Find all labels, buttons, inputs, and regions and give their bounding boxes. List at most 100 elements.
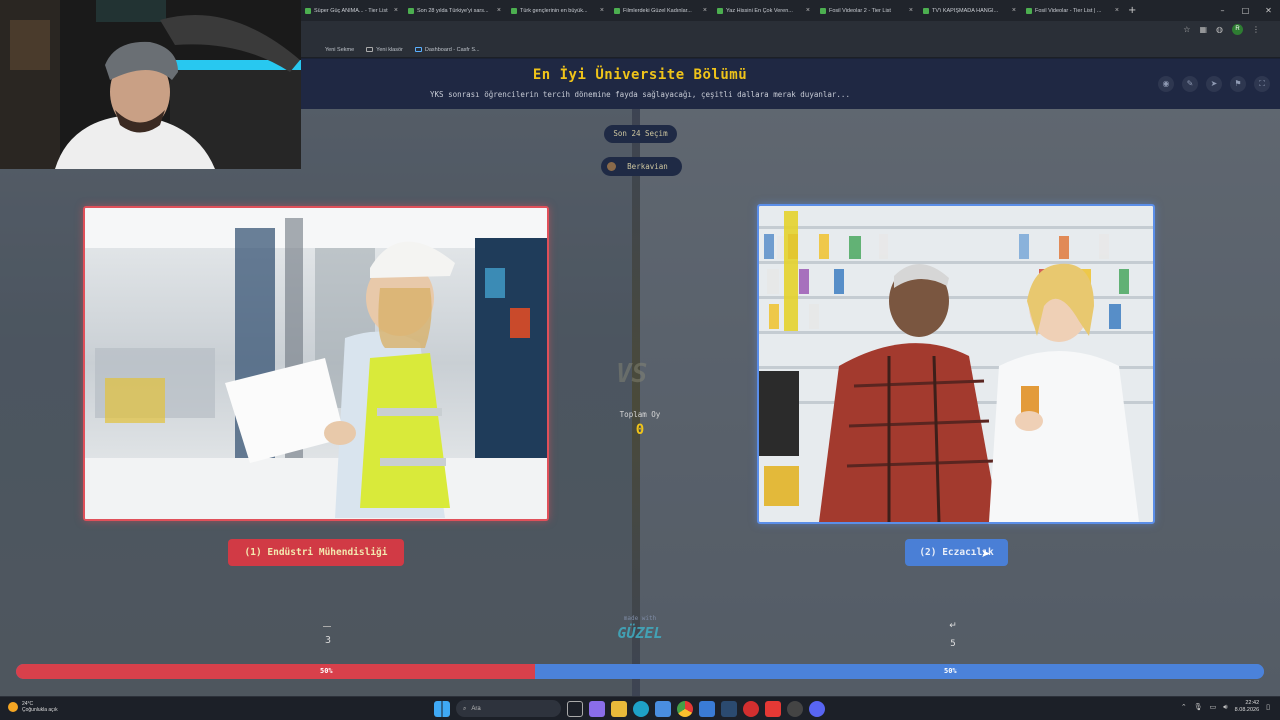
brand-logo: GÜZEL [617, 624, 663, 642]
progress-fill-right [535, 664, 1264, 679]
close-tab-icon[interactable]: × [600, 7, 604, 14]
taskbar-apps: ⌕ Ara [434, 700, 825, 717]
menu-icon[interactable]: ⋮ [1252, 25, 1260, 34]
browser-tab[interactable]: Filmlerdeki Güzel Kadınlar... × [609, 0, 712, 21]
flag-icon[interactable]: ⚑ [1230, 76, 1246, 92]
bookmark-icon [414, 47, 422, 52]
total-votes-label: Toplam Oy [619, 410, 661, 419]
browser-tab[interactable]: Yaz Hissini En Çok Veren... × [712, 0, 815, 21]
percent-right: 50% [944, 667, 957, 675]
star-icon[interactable]: ☆ [1183, 25, 1190, 34]
pharmacy-image [759, 206, 1153, 522]
search-icon: ⌕ [463, 704, 467, 712]
chrome-icon[interactable] [677, 700, 693, 717]
option-right-button[interactable]: (2) Eczacılık [905, 539, 1008, 566]
send-icon[interactable]: ➤ [1206, 76, 1222, 92]
widgets-icon[interactable] [589, 700, 605, 717]
windows-start-icon[interactable] [434, 700, 450, 717]
weather-widget[interactable]: 24°C Çoğunlukla açık [8, 701, 58, 713]
volume-icon[interactable]: 🔊︎ [1223, 703, 1227, 712]
header-actions: ◉ ✎ ➤ ⚑ ⛶ [1158, 76, 1270, 92]
favicon-icon [305, 7, 311, 14]
option-left-card[interactable] [83, 206, 549, 521]
webcam-overlay [0, 0, 301, 169]
progress-fill-left [16, 664, 535, 679]
close-window-icon[interactable]: ✕ [1257, 0, 1280, 21]
new-tab-button[interactable]: + [1128, 5, 1136, 16]
task-view-icon[interactable] [567, 700, 583, 717]
weather-desc: Çoğunlukla açık [22, 707, 58, 713]
browser-tab[interactable]: Fosil Videolar 2 - Tier List × [815, 0, 918, 21]
favicon-icon [820, 7, 826, 14]
notification-icon[interactable]: ▯ [1266, 703, 1270, 711]
app-icon[interactable] [787, 700, 803, 717]
app-icon[interactable] [743, 700, 759, 717]
discord-icon[interactable] [809, 700, 825, 717]
extensions-icon[interactable]: ▦ [1199, 25, 1207, 34]
close-tab-icon[interactable]: × [497, 7, 501, 14]
edit-icon[interactable]: ✎ [1182, 76, 1198, 92]
enter-key-icon: ↵ [949, 621, 957, 631]
brand-caption: made with [623, 615, 657, 622]
microphone-icon[interactable]: 🎙︎ [1194, 703, 1203, 711]
minimize-icon[interactable]: – [1211, 0, 1234, 21]
chevron-up-icon[interactable]: ⌃ [1181, 703, 1187, 711]
close-tab-icon[interactable]: × [703, 7, 707, 14]
file-explorer-icon[interactable] [611, 700, 627, 717]
webcam-feed-image [0, 0, 301, 169]
sun-icon [8, 702, 18, 712]
user-badge: Berkavian [601, 157, 682, 176]
total-votes-value: 0 [635, 422, 645, 438]
extension-icon[interactable]: ◍ [1216, 25, 1223, 34]
vote-progress-bar: 50% 50% [16, 664, 1264, 679]
mouse-cursor-icon: ➤ [981, 547, 991, 560]
close-tab-icon[interactable]: × [1012, 7, 1016, 14]
close-tab-icon[interactable]: × [806, 7, 810, 14]
network-icon[interactable]: ▭ [1210, 703, 1217, 711]
browser-tab[interactable]: Süper Güç ANİMA... - Tier List × [300, 0, 403, 21]
fullscreen-icon[interactable]: ⛶ [1254, 76, 1270, 92]
vote-left-dash [323, 626, 331, 627]
vs-label: VS [616, 359, 648, 389]
engineer-image [85, 208, 547, 519]
center-divider [632, 108, 640, 696]
close-tab-icon[interactable]: × [394, 7, 398, 14]
os-taskbar: 24°C Çoğunlukla açık ⌕ Ara ⌃ 🎙︎ ▭ 🔊︎ 22:… [0, 696, 1280, 720]
option-right-card[interactable] [757, 204, 1155, 524]
vote-left-value: 3 [324, 635, 332, 646]
browser-tab[interactable]: Türk gençlerinin en büyük... × [506, 0, 609, 21]
eye-icon[interactable]: ◉ [1158, 76, 1174, 92]
favicon-icon [614, 7, 620, 14]
avatar [607, 162, 616, 171]
folder-icon [366, 47, 374, 52]
bookmark-item[interactable]: Yeni Sekme [325, 47, 354, 53]
maximize-icon[interactable]: □ [1234, 0, 1257, 21]
steam-icon[interactable] [721, 700, 737, 717]
username: Berkavian [627, 162, 668, 171]
system-clock[interactable]: 22:42 8.08.2026 [1235, 700, 1259, 714]
system-tray: ⌃ 🎙︎ ▭ 🔊︎ 22:42 8.08.2026 ▯ [1181, 700, 1270, 714]
browser-tab[interactable]: Son 28 yılda Türkiye'yi sars... × [403, 0, 506, 21]
option-left-button[interactable]: (1) Endüstri Mühendisliği [228, 539, 404, 566]
favicon-icon [923, 7, 929, 14]
favicon-icon [511, 7, 517, 14]
favicon-icon [1026, 7, 1032, 14]
close-tab-icon[interactable]: × [909, 7, 913, 14]
close-tab-icon[interactable]: × [1115, 7, 1119, 14]
favicon-icon [717, 7, 723, 14]
app-icon[interactable] [765, 700, 781, 717]
round-badge: Son 24 Seçim [604, 125, 677, 143]
percent-left: 50% [320, 667, 333, 675]
taskbar-search[interactable]: ⌕ Ara [456, 700, 561, 717]
edge-icon[interactable] [633, 700, 649, 717]
bookmark-folder[interactable]: Yeni klasör [366, 47, 403, 53]
store-icon[interactable] [655, 700, 671, 717]
vote-right-key-hint: 5 [950, 639, 956, 649]
favicon-icon [408, 7, 414, 14]
browser-tab[interactable]: Fosil Videolar - Tier List | ... × [1021, 0, 1124, 21]
app-icon[interactable] [699, 700, 715, 717]
profile-avatar[interactable]: R [1232, 24, 1243, 35]
bookmark-item[interactable]: Dashboard - Casfr S... [414, 47, 480, 53]
window-controls: – □ ✕ [1211, 0, 1280, 21]
browser-tab[interactable]: TV'i KAPIŞMADA HANGİ... × [918, 0, 1021, 21]
